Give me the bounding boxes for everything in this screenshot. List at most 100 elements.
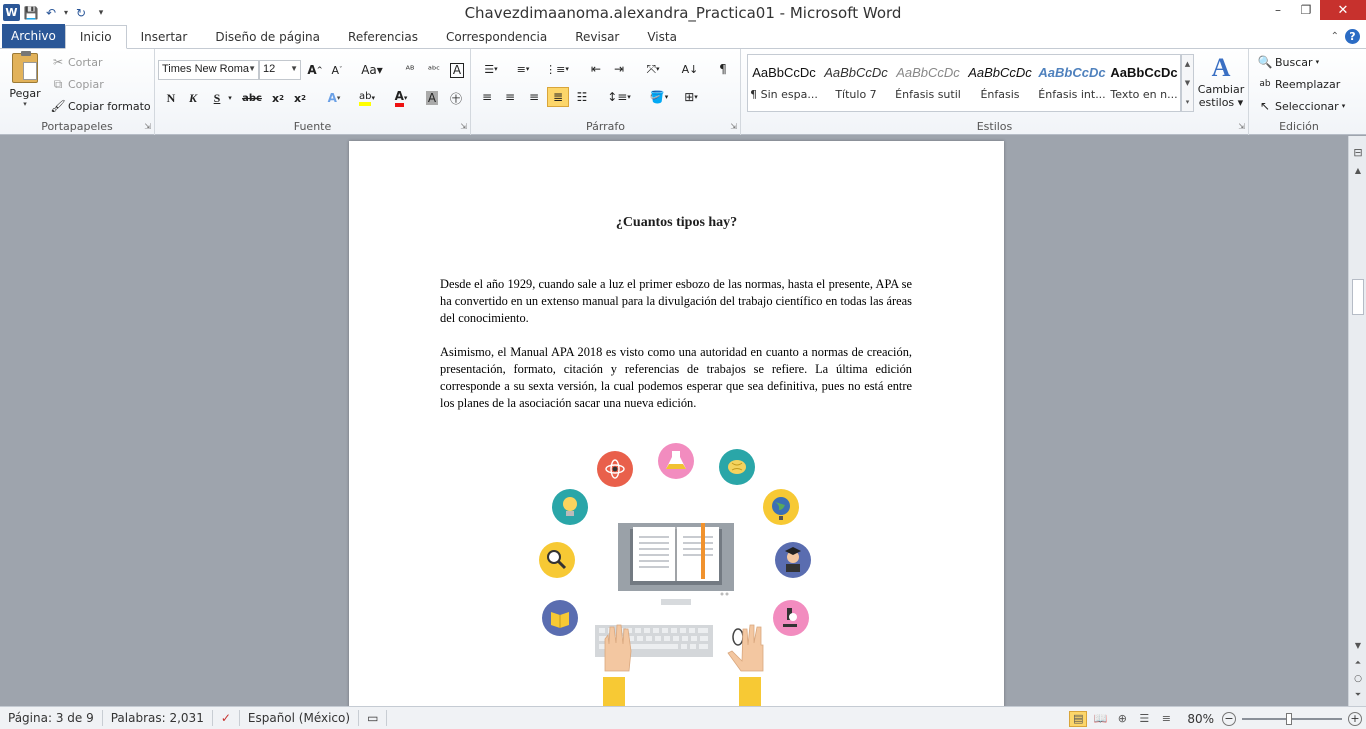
redo-icon[interactable]: ↻ [72, 4, 90, 22]
word-logo-icon[interactable]: W [3, 4, 20, 21]
style-enfasis-intenso[interactable]: AaBbCcDc Énfasis int... [1036, 55, 1108, 111]
undo-icon[interactable]: ↶ [42, 4, 60, 22]
tab-diseno-pagina[interactable]: Diseño de página [201, 26, 334, 48]
style-enfasis-sutil[interactable]: AaBbCcDc Énfasis sutil [892, 55, 964, 111]
subscript-icon[interactable]: x2 [267, 88, 289, 108]
chevron-down-icon[interactable]: ▾ [225, 88, 235, 108]
cut-button[interactable]: ✂ Cortar [50, 54, 103, 70]
style-enfasis[interactable]: AaBbCcDc Énfasis [964, 55, 1036, 111]
language-indicator[interactable]: Español (México) [240, 710, 360, 726]
character-border-icon[interactable]: A [446, 60, 468, 80]
tab-inicio[interactable]: Inicio [64, 25, 127, 49]
multilevel-list-icon[interactable]: ⋮≡ ▾ [543, 59, 571, 79]
paragraph-launcher-icon[interactable]: ⇲ [730, 122, 737, 131]
full-screen-reading-icon[interactable]: 📖 [1091, 711, 1109, 727]
justify-icon[interactable]: ≣ [547, 87, 569, 107]
format-painter-button[interactable]: 🖌 Copiar formato [50, 98, 150, 114]
text-effects-icon[interactable]: A ▾ [320, 88, 348, 108]
help-icon[interactable]: ? [1345, 28, 1360, 44]
highlight-icon[interactable]: ab ▾ [352, 88, 382, 108]
scroll-down-icon[interactable]: ▼ [1349, 641, 1366, 650]
chevron-up-icon[interactable]: ▲ [1185, 60, 1190, 68]
align-right-icon[interactable]: ≡ [523, 87, 545, 107]
clipboard-launcher-icon[interactable]: ⇲ [144, 122, 151, 131]
minimize-button[interactable]: – [1264, 0, 1292, 20]
previous-page-icon[interactable]: ⏶ [1349, 658, 1366, 668]
change-styles-button[interactable]: A Cambiar estilos ▾ [1198, 53, 1244, 109]
phonetic-guide-icon[interactable]: ᵃᵇᶜ [423, 60, 445, 80]
tab-revisar[interactable]: Revisar [561, 26, 633, 48]
styles-launcher-icon[interactable]: ⇲ [1238, 122, 1245, 131]
macro-recording-icon[interactable]: ▭ [359, 710, 388, 726]
tab-insertar[interactable]: Insertar [127, 26, 202, 48]
zoom-slider[interactable] [1242, 712, 1342, 725]
zoom-slider-knob[interactable] [1286, 712, 1292, 725]
change-case-icon[interactable]: Aa▾ [358, 60, 386, 80]
ruler-toggle-icon[interactable]: ⊟ [1349, 146, 1366, 159]
word-count[interactable]: Palabras: 2,031 [103, 710, 213, 726]
style-texto-negrita[interactable]: AaBbCcDc Texto en n... [1108, 55, 1180, 111]
align-left-icon[interactable]: ≡ [476, 87, 498, 107]
font-size-select[interactable]: 12 ▼ [259, 60, 301, 80]
line-spacing-icon[interactable]: ↕≡ ▾ [605, 87, 633, 107]
scrollbar-thumb[interactable] [1352, 279, 1364, 315]
replace-button[interactable]: ab Reemplazar [1257, 76, 1340, 92]
paste-button[interactable]: Pegar ▾ [6, 51, 44, 108]
tab-correspondencia[interactable]: Correspondencia [432, 26, 561, 48]
web-layout-icon[interactable]: ⊕ [1113, 711, 1131, 727]
increase-indent-icon[interactable]: ⇥ [608, 59, 630, 79]
tab-archivo[interactable]: Archivo [2, 24, 65, 48]
grow-font-icon[interactable]: A ^ [304, 60, 326, 80]
decrease-indent-icon[interactable]: ⇤ [585, 59, 607, 79]
draft-view-icon[interactable]: ≡ [1157, 711, 1175, 727]
minimize-ribbon-icon[interactable]: ⌃ [1331, 31, 1339, 42]
customize-toolbar-icon[interactable]: ▾ [92, 4, 110, 22]
vertical-scrollbar[interactable]: ⊟ ▲ ▼ ⏶ ○ ⏷ [1348, 136, 1366, 706]
bullets-icon[interactable]: ☰ ▾ [477, 59, 505, 79]
shading-icon[interactable]: 🪣 ▾ [645, 87, 673, 107]
next-page-icon[interactable]: ⏷ [1349, 690, 1366, 700]
borders-icon[interactable]: ⊞ ▾ [677, 87, 705, 107]
asian-layout-icon[interactable]: ⤧ ▾ [639, 59, 667, 79]
italic-icon[interactable]: K [182, 88, 204, 108]
restore-button[interactable]: ❐ [1292, 0, 1320, 20]
document-area[interactable]: ¿Cuantos tipos hay? Desde el año 1929, c… [0, 136, 1348, 706]
save-icon[interactable]: 💾 [22, 4, 40, 22]
style-sin-espaciado[interactable]: AaBbCcDc ¶ Sin espa... [748, 55, 820, 111]
close-button[interactable]: ✕ [1320, 0, 1366, 20]
shrink-font-icon[interactable]: Aˇ [326, 60, 348, 80]
font-family-select[interactable]: Times New Roma ▼ [158, 60, 259, 80]
strikethrough-icon[interactable]: abc [239, 88, 265, 108]
style-titulo-7[interactable]: AaBbCcDc Título 7 [820, 55, 892, 111]
more-icon[interactable]: ▾ [1186, 98, 1190, 106]
proofing-icon[interactable]: ✓ [213, 710, 240, 726]
character-shading-icon[interactable]: A [421, 88, 443, 108]
zoom-level[interactable]: 80% [1187, 712, 1214, 726]
bold-icon[interactable]: N [160, 88, 182, 108]
find-button[interactable]: 🔍 Buscar ▾ [1257, 54, 1320, 70]
distributed-icon[interactable]: ☷ [571, 87, 593, 107]
font-launcher-icon[interactable]: ⇲ [460, 122, 467, 131]
select-button[interactable]: ↖ Seleccionar ▾ [1257, 98, 1345, 114]
font-color-icon[interactable]: A ▾ [387, 88, 415, 108]
align-center-icon[interactable]: ≡ [499, 87, 521, 107]
document-page[interactable]: ¿Cuantos tipos hay? Desde el año 1929, c… [349, 141, 1004, 706]
numbering-icon[interactable]: ≡ ▾ [509, 59, 537, 79]
page-indicator[interactable]: Página: 3 de 9 [0, 710, 103, 726]
tab-vista[interactable]: Vista [633, 26, 691, 48]
tab-referencias[interactable]: Referencias [334, 26, 432, 48]
sort-icon[interactable]: A↓ [679, 59, 701, 79]
superscript-icon[interactable]: x2 [289, 88, 311, 108]
show-formatting-icon[interactable]: ¶ [712, 59, 734, 79]
clear-formatting-icon[interactable]: ᴬᴮ [399, 60, 421, 80]
zoom-in-icon[interactable]: + [1348, 711, 1362, 726]
copy-button[interactable]: ⧉ Copiar [50, 76, 104, 92]
outline-view-icon[interactable]: ☰ [1135, 711, 1153, 727]
chevron-down-icon[interactable]: ▼ [1185, 79, 1190, 87]
print-layout-view-icon[interactable]: ▤ [1069, 710, 1088, 727]
enclose-characters-icon[interactable]: ㊉ [445, 88, 467, 108]
scroll-up-icon[interactable]: ▲ [1349, 166, 1366, 175]
undo-dropdown-icon[interactable]: ▾ [62, 4, 70, 22]
zoom-out-icon[interactable]: − [1222, 711, 1236, 726]
styles-gallery-scroll[interactable]: ▲ ▼ ▾ [1181, 54, 1194, 112]
